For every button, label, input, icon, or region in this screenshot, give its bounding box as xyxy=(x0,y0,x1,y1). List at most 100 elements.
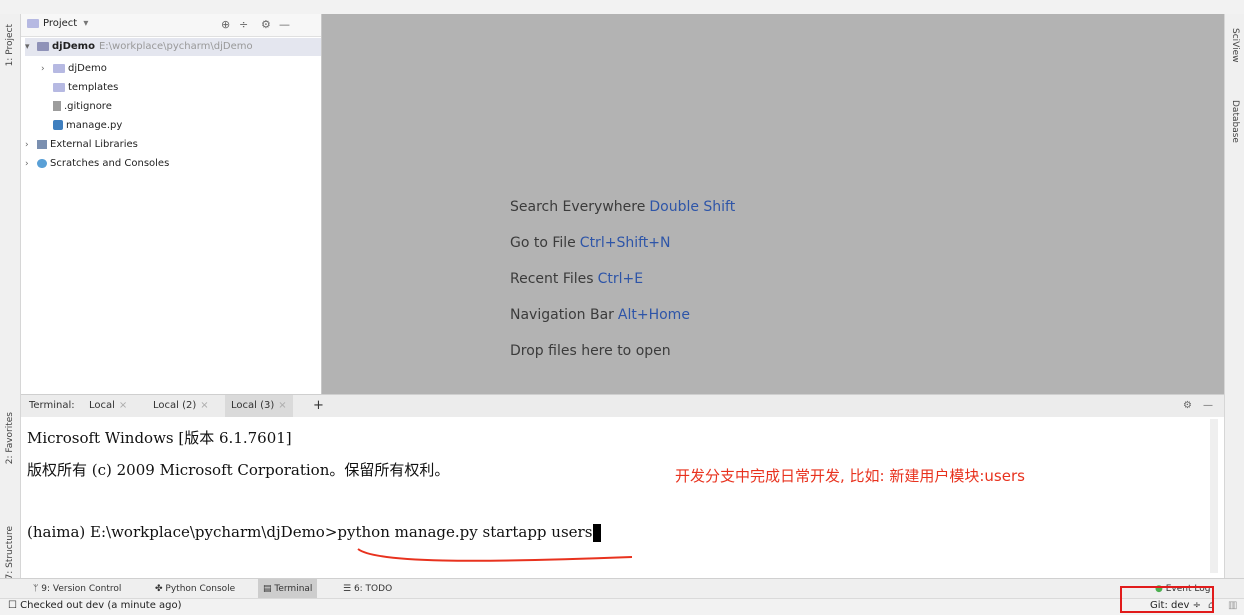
folder-icon xyxy=(53,82,65,92)
checkbox-icon: ☐ xyxy=(8,600,21,611)
project-view-selector[interactable]: Project ▾ xyxy=(43,18,88,29)
terminal-icon: ▤ xyxy=(263,584,275,594)
status-bar: ☐ Checked out dev (a minute ago) Git: de… xyxy=(0,598,1244,615)
favorites-tool-tab[interactable]: 2: Favorites xyxy=(5,412,15,464)
tree-item-label: External Libraries xyxy=(50,139,138,150)
python-file-icon xyxy=(53,120,63,130)
library-icon xyxy=(37,139,47,149)
left-tool-strip: 1: Project 2: Favorites 7: Structure xyxy=(0,14,21,580)
close-icon[interactable]: × xyxy=(119,400,127,411)
terminal-tab-label: Local xyxy=(89,400,115,411)
tool-label: Python Console xyxy=(165,584,236,594)
hint-shortcut: Alt+Home xyxy=(617,307,690,323)
hint-go-to-file: Go to File Ctrl+Shift+N xyxy=(510,235,670,251)
terminal-tool[interactable]: ▤ Terminal xyxy=(258,579,318,599)
list-icon: ☰ xyxy=(343,584,354,594)
tool-window-strip: ᛘ 9: Version Control ✤ Python Console ▤ … xyxy=(0,578,1244,599)
chevron-down-icon: ▾ xyxy=(25,42,30,52)
python-console-tool[interactable]: ✤ Python Console xyxy=(150,579,240,599)
tree-item-label: templates xyxy=(68,82,119,93)
status-message: ☐ Checked out dev (a minute ago) xyxy=(8,600,182,611)
chevron-right-icon: › xyxy=(25,140,29,150)
hint-text: Recent Files xyxy=(510,271,594,287)
terminal-command: python manage.py startapp users xyxy=(337,523,593,541)
hint-text: Go to File xyxy=(510,235,576,251)
tree-item-path: E:\workplace\pycharm\djDemo xyxy=(98,41,253,52)
terminal-tab-bar: Terminal: Local × Local (2) × Local (3) × +… xyxy=(21,394,1224,418)
tool-label: 9: Version Control xyxy=(41,584,122,594)
tree-item-djdemo[interactable]: › djDemo xyxy=(41,60,107,78)
todo-tool[interactable]: ☰ 6: TODO xyxy=(338,579,397,599)
terminal-line: Microsoft Windows [版本 6.1.7601] xyxy=(27,429,292,447)
hint-search-everywhere: Search Everywhere Double Shift xyxy=(510,199,735,215)
hint-shortcut: Double Shift xyxy=(649,199,736,215)
structure-tool-tab[interactable]: 7: Structure xyxy=(5,526,15,580)
project-tool-tab[interactable]: 1: Project xyxy=(5,24,15,66)
hint-drop-files: Drop files here to open xyxy=(510,343,671,359)
python-icon: ✤ xyxy=(155,584,166,594)
tree-item-label: djDemo xyxy=(52,41,95,52)
tree-item-root[interactable]: ▾ djDemo E:\workplace\pycharm\djDemo xyxy=(25,38,321,56)
notification-icon[interactable]: ▥ xyxy=(1228,600,1237,611)
annotation-text: 开发分支中完成日常开发, 比如: 新建用户模块:users xyxy=(675,467,1025,485)
project-view-label: Project xyxy=(43,18,78,29)
folder-icon xyxy=(37,41,49,51)
project-panel-header: Project ▾ ⊕ ÷ ⚙ — xyxy=(21,14,321,37)
terminal-output[interactable]: Microsoft Windows [版本 6.1.7601] 版权所有 (c)… xyxy=(21,417,1224,577)
terminal-line: 版权所有 (c) 2009 Microsoft Corporation。保留所有… xyxy=(27,461,450,479)
new-terminal-button[interactable]: + xyxy=(307,395,330,417)
file-icon xyxy=(53,101,61,111)
hint-recent-files: Recent Files Ctrl+E xyxy=(510,271,643,287)
tree-item-scratches[interactable]: › Scratches and Consoles xyxy=(25,155,169,173)
tree-item-templates[interactable]: templates xyxy=(53,79,118,97)
tree-item-external-libraries[interactable]: › External Libraries xyxy=(25,136,138,154)
terminal-prompt: (haima) E:\workplace\pycharm\djDemo> xyxy=(27,523,338,541)
gear-icon[interactable]: ⚙ xyxy=(1177,395,1198,417)
tool-label: Terminal xyxy=(274,584,313,594)
chevron-right-icon: › xyxy=(25,159,29,169)
highlight-box-annotation xyxy=(1120,586,1214,613)
terminal-label: Terminal: xyxy=(29,400,75,411)
tree-item-manage-py[interactable]: manage.py xyxy=(53,117,122,135)
scratches-icon xyxy=(37,158,47,168)
collapse-icon[interactable]: ÷ xyxy=(239,18,248,31)
hide-icon[interactable]: — xyxy=(279,18,290,31)
chevron-right-icon: › xyxy=(41,64,45,74)
terminal-tab-local[interactable]: Local × xyxy=(83,395,133,417)
terminal-tab-label: Local (3) xyxy=(231,400,275,411)
status-text: Checked out dev (a minute ago) xyxy=(20,600,182,611)
tree-item-label: djDemo xyxy=(68,63,107,74)
hint-text: Drop files here to open xyxy=(510,343,671,359)
folder-icon xyxy=(53,63,65,73)
sciview-tool-tab[interactable]: SciView xyxy=(1230,28,1240,63)
terminal-tab-label: Local (2) xyxy=(153,400,197,411)
project-view-icon xyxy=(27,19,39,28)
hint-text: Search Everywhere xyxy=(510,199,646,215)
hide-icon[interactable]: — xyxy=(1197,395,1219,417)
tree-item-label: Scratches and Consoles xyxy=(50,158,170,169)
terminal-cursor xyxy=(593,524,602,542)
hint-shortcut: Ctrl+E xyxy=(597,271,644,287)
top-toolbar-strip xyxy=(0,0,1244,15)
close-icon[interactable]: × xyxy=(200,400,208,411)
close-icon[interactable]: × xyxy=(278,400,286,411)
red-underline-annotation xyxy=(357,548,633,562)
terminal-tab-local-3[interactable]: Local (3) × xyxy=(225,395,293,417)
database-tool-tab[interactable]: Database xyxy=(1230,100,1240,143)
hint-navigation-bar: Navigation Bar Alt+Home xyxy=(510,307,690,323)
tree-item-label: manage.py xyxy=(66,120,123,131)
hint-text: Navigation Bar xyxy=(510,307,614,323)
tree-item-label: .gitignore xyxy=(64,101,112,112)
right-tool-strip: SciView Database xyxy=(1224,14,1244,578)
terminal-tab-local-2[interactable]: Local (2) × xyxy=(147,395,215,417)
version-control-tool[interactable]: ᛘ 9: Version Control xyxy=(28,579,126,599)
gear-icon[interactable]: ⚙ xyxy=(261,18,271,31)
editor-empty-area[interactable]: Search Everywhere Double Shift Go to File… xyxy=(322,14,1224,394)
terminal-scrollbar[interactable] xyxy=(1210,419,1218,573)
hint-shortcut: Ctrl+Shift+N xyxy=(579,235,671,251)
project-panel: Project ▾ ⊕ ÷ ⚙ — ▾ djDemo E:\workplace\py… xyxy=(21,14,322,394)
chevron-down-icon: ▾ xyxy=(83,18,89,29)
tree-item-gitignore[interactable]: .gitignore xyxy=(53,98,112,116)
locate-icon[interactable]: ⊕ xyxy=(221,18,230,31)
terminal-prompt-line: (haima) E:\workplace\pycharm\djDemo>pyth… xyxy=(27,523,602,542)
